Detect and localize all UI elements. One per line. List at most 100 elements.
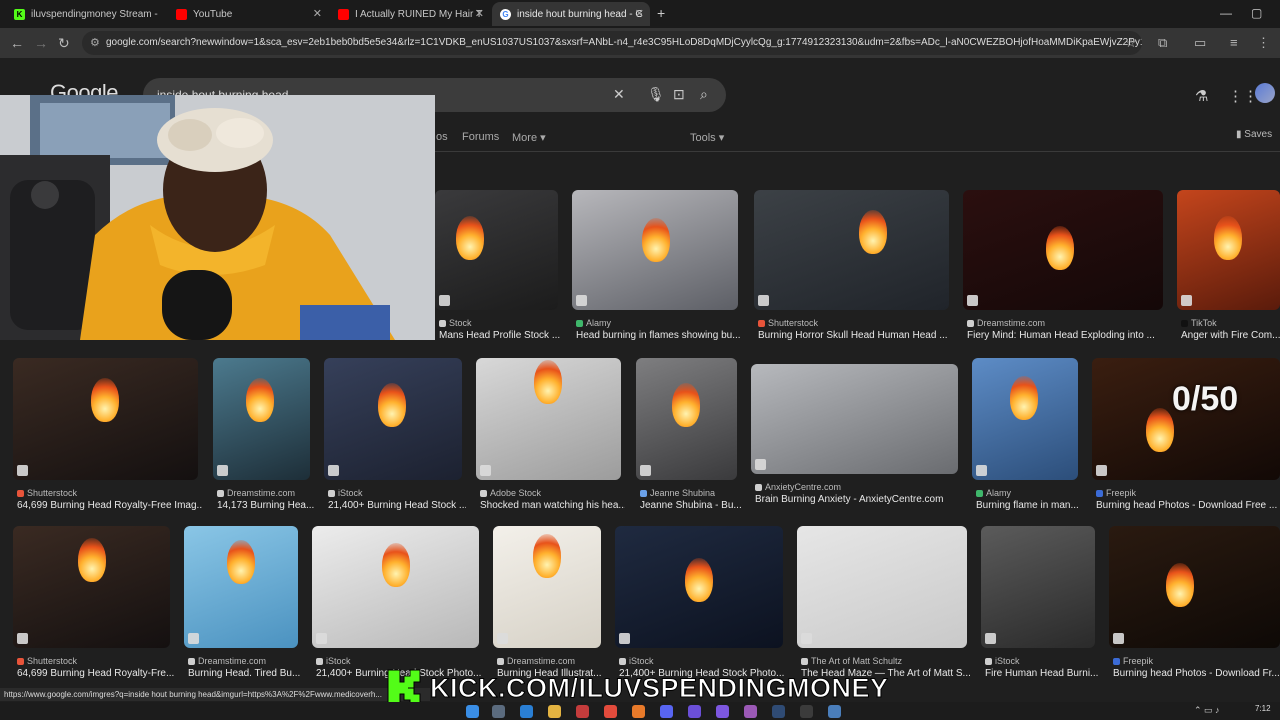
result-title[interactable]: Fire Human Head Burni... [985, 668, 1099, 679]
result-title[interactable]: Head burning in flames showing bu... [576, 330, 742, 341]
app-icon[interactable] [744, 705, 757, 718]
result-source[interactable]: The Art of Matt Schultz [811, 656, 967, 666]
tray-icons[interactable]: ⌃ ▭ ♪ [1194, 705, 1220, 716]
maximize-icon[interactable]: ▢ [1251, 6, 1262, 20]
result-thumbnail[interactable] [754, 190, 949, 310]
result-thumbnail[interactable] [751, 364, 958, 474]
result-source[interactable]: iStock [629, 656, 783, 666]
result-title[interactable]: Fiery Mind: Human Head Exploding into ..… [967, 330, 1167, 341]
lens-icon[interactable]: ⊡ [673, 86, 685, 103]
tab-youtube-video[interactable]: I Actually RUINED My Hair This ✕ [330, 2, 490, 26]
filter-videos[interactable]: os [436, 131, 448, 143]
forward-arrow-icon[interactable]: → [34, 35, 48, 51]
result-thumbnail[interactable] [615, 526, 783, 648]
result-thumbnail[interactable] [1109, 526, 1280, 648]
image-result[interactable]: Dreamstime.com Burning Head. Tired Bu... [184, 526, 300, 684]
app-icon[interactable] [716, 705, 729, 718]
tab-kick-stream[interactable]: K iluvspendingmoney Stream - W [6, 2, 166, 26]
app-icon[interactable] [828, 705, 841, 718]
close-icon[interactable]: ✕ [475, 7, 484, 20]
result-thumbnail[interactable] [572, 190, 738, 310]
result-thumbnail[interactable] [476, 358, 621, 480]
filter-forums[interactable]: Forums [462, 131, 499, 143]
bookmark-star-icon[interactable]: ☆ [1125, 35, 1137, 51]
result-title[interactable]: 21,400+ Burning Head Stock ... [328, 500, 466, 511]
result-thumbnail[interactable] [13, 526, 170, 648]
result-thumbnail[interactable] [981, 526, 1095, 648]
chrome-icon[interactable] [604, 705, 617, 718]
filter-more[interactable]: More ▾ [512, 131, 546, 144]
result-title[interactable]: Anger with Fire Com... [1181, 330, 1280, 341]
result-title[interactable]: Mans Head Profile Stock ... [439, 330, 562, 341]
result-source[interactable]: iStock [326, 656, 479, 666]
apps-grid-icon[interactable]: ⋮⋮ [1228, 87, 1258, 105]
result-source[interactable]: Dreamstime.com [227, 488, 310, 498]
result-thumbnail[interactable] [636, 358, 737, 480]
result-source[interactable]: Shutterstock [27, 656, 170, 666]
app-icon[interactable] [688, 705, 701, 718]
result-thumbnail[interactable] [184, 526, 298, 648]
image-result[interactable]: TikTok Anger with Fire Com... [1177, 190, 1280, 346]
extensions-icon[interactable]: ⧉ [1158, 35, 1167, 51]
site-info-icon[interactable]: ⚙ [90, 36, 100, 49]
result-title[interactable]: Burning head Photos - Download Free ... [1096, 500, 1280, 511]
result-source[interactable]: iStock [338, 488, 462, 498]
result-thumbnail[interactable] [797, 526, 967, 648]
result-thumbnail[interactable] [493, 526, 601, 648]
url-field[interactable]: ⚙ google.com/search?newwindow=1&sca_esv=… [82, 31, 1142, 55]
image-result[interactable]: iStock 21,400+ Burning Head Stock Photo..… [312, 526, 481, 684]
result-source[interactable]: Jeanne Shubina [650, 488, 737, 498]
reload-icon[interactable]: ↻ [58, 35, 70, 52]
result-thumbnail[interactable] [213, 358, 310, 480]
menu-icon[interactable]: ⋮ [1257, 35, 1270, 51]
new-tab-button[interactable]: + [657, 5, 665, 21]
result-title[interactable]: 14,173 Burning Hea... [217, 500, 314, 511]
cast-icon[interactable]: ▭ [1194, 35, 1206, 51]
image-result[interactable]: iStock 21,400+ Burning Head Stock ... [324, 358, 466, 516]
result-source[interactable]: Alamy [986, 488, 1078, 498]
minimize-icon[interactable]: — [1220, 6, 1232, 20]
labs-flask-icon[interactable]: ⚗ [1195, 87, 1208, 105]
windows-start-icon[interactable] [466, 705, 479, 718]
app-icon[interactable] [632, 705, 645, 718]
file-explorer-icon[interactable] [548, 705, 561, 718]
image-result[interactable]: iStock 21,400+ Burning Head Stock Photo..… [615, 526, 784, 684]
close-icon[interactable]: ✕ [313, 7, 322, 20]
result-title[interactable]: Burning Head. Tired Bu... [188, 668, 302, 679]
filter-tools[interactable]: Tools ▾ [690, 131, 724, 144]
search-icon[interactable]: ⌕ [700, 86, 708, 103]
result-title[interactable]: Brain Burning Anxiety - AnxietyCentre.co… [755, 494, 962, 505]
result-source[interactable]: Dreamstime.com [977, 318, 1163, 328]
back-arrow-icon[interactable]: ← [10, 35, 24, 51]
image-result[interactable]: Shutterstock 64,699 Burning Head Royalty-… [13, 526, 174, 684]
result-title[interactable]: Shocked man watching his hea... [480, 500, 625, 511]
close-icon[interactable]: ✕ [635, 7, 644, 20]
result-source[interactable]: TikTok [1191, 318, 1280, 328]
result-source[interactable]: Dreamstime.com [198, 656, 298, 666]
saves-button[interactable]: ▮ Saves [1236, 129, 1272, 140]
image-result[interactable]: Alamy Head burning in flames showing bu..… [572, 190, 741, 346]
image-result[interactable]: The Art of Matt Schultz The Head Maze — T… [797, 526, 971, 684]
app-icon[interactable] [772, 705, 785, 718]
result-source[interactable]: Freepik [1106, 488, 1280, 498]
app-icon[interactable] [576, 705, 589, 718]
result-source[interactable]: Adobe Stock [490, 488, 621, 498]
result-title[interactable]: 64,699 Burning Head Royalty-Fre... [17, 668, 174, 679]
result-thumbnail[interactable] [324, 358, 462, 480]
result-source[interactable]: Alamy [586, 318, 738, 328]
result-thumbnail[interactable] [435, 190, 558, 310]
result-title[interactable]: Burning Horror Skull Head Human Head ... [758, 330, 953, 341]
result-title[interactable]: Burning head Photos - Download Fr... [1113, 668, 1280, 679]
result-title[interactable]: Burning flame in man... [976, 500, 1082, 511]
image-result[interactable]: Dreamstime.com 14,173 Burning Hea... [213, 358, 314, 516]
result-source[interactable]: Dreamstime.com [507, 656, 601, 666]
media-icon[interactable]: ≡ [1230, 35, 1238, 50]
edge-icon[interactable] [520, 705, 533, 718]
result-thumbnail[interactable] [1092, 358, 1280, 480]
image-result[interactable]: AnxietyCentre.com Brain Burning Anxiety -… [751, 364, 958, 510]
result-source[interactable]: Shutterstock [768, 318, 949, 328]
image-result[interactable]: Stock Mans Head Profile Stock ... [435, 190, 560, 346]
tab-youtube[interactable]: YouTube ✕ [168, 2, 328, 26]
result-thumbnail[interactable] [1177, 190, 1280, 310]
result-thumbnail[interactable] [13, 358, 198, 480]
